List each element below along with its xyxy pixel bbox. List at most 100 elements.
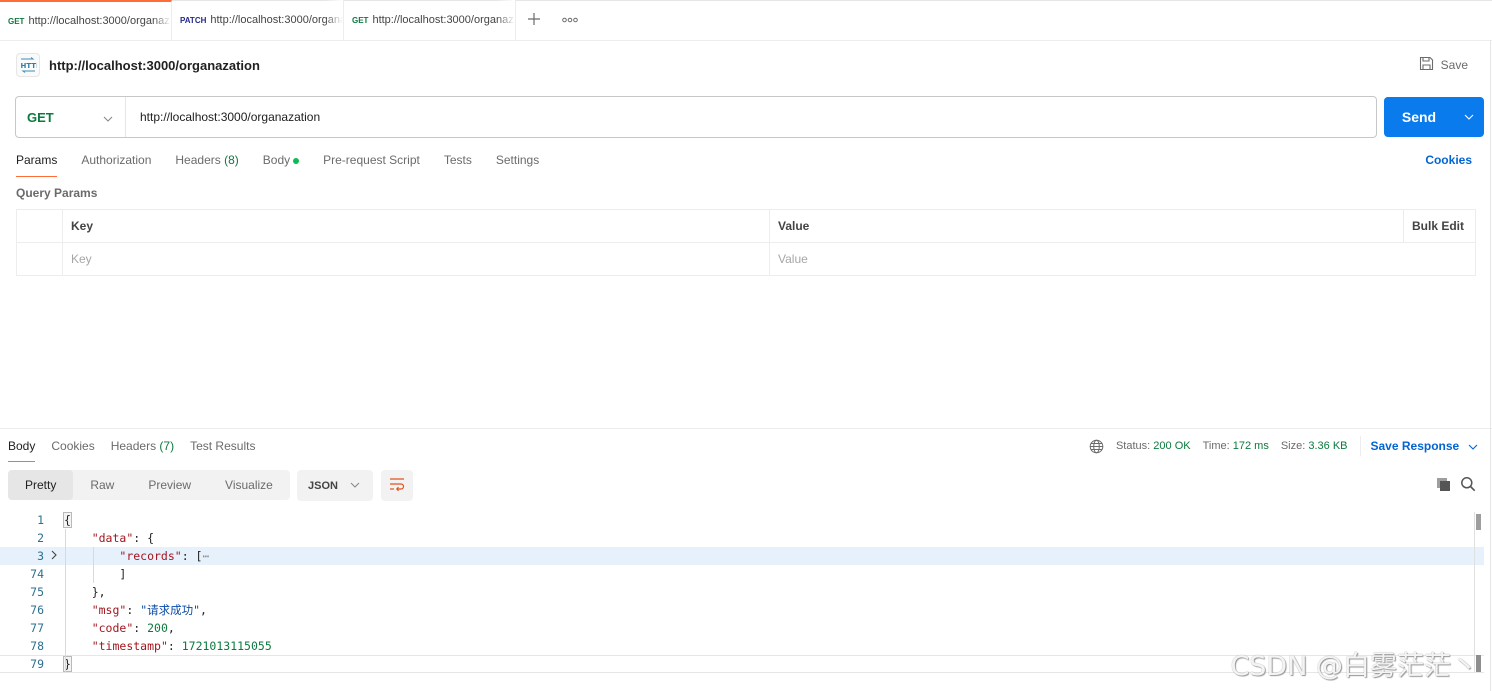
code-line: 77 "code": 200,: [0, 619, 1484, 637]
json-string: "请求成功": [140, 603, 201, 617]
view-mode-selector: Pretty Raw Preview Visualize: [8, 470, 290, 500]
table-header-row: Key Value Bulk Edit: [16, 209, 1476, 243]
request-tab-3[interactable]: GET http://localhost:3000/organazation: [344, 0, 516, 40]
url-input[interactable]: [126, 97, 1376, 137]
format-select[interactable]: JSON: [297, 470, 373, 501]
view-mode-visualize[interactable]: Visualize: [208, 470, 290, 500]
method-select[interactable]: GET: [16, 97, 126, 137]
response-tab-headers[interactable]: Headers (7): [111, 436, 174, 462]
key-input[interactable]: Key: [62, 242, 770, 276]
code-line: 1 {: [0, 511, 1484, 529]
response-tab-test-results[interactable]: Test Results: [190, 436, 255, 462]
save-icon: [1419, 56, 1441, 74]
code-line: 76 "msg": "请求成功",: [0, 601, 1484, 619]
value-input[interactable]: Value: [769, 242, 1476, 276]
request-title-bar: HTTP http://localhost:3000/organazation: [16, 53, 260, 77]
tab-label: Tests: [443, 153, 472, 167]
tab-body[interactable]: Body: [262, 150, 300, 177]
json-key: "msg": [91, 603, 127, 617]
more-tabs-button[interactable]: [552, 0, 588, 40]
checkbox-column-header: [16, 209, 63, 243]
watermark: CSDN @白雾茫茫丶: [1230, 651, 1478, 682]
http-icon: HTTP: [16, 53, 40, 77]
cookies-link[interactable]: Cookies: [1425, 153, 1472, 167]
send-label: Send: [1401, 109, 1437, 125]
more-icon: [562, 15, 578, 26]
send-button[interactable]: Send: [1384, 97, 1484, 137]
line-number: 2: [37, 531, 44, 545]
tab-method: GET: [8, 16, 25, 26]
save-button[interactable]: Save: [1419, 56, 1468, 74]
line-number: 75: [30, 585, 44, 599]
chevron-down-icon: [350, 480, 360, 491]
search-icon[interactable]: [1460, 476, 1476, 495]
view-mode-pretty[interactable]: Pretty: [8, 470, 74, 500]
view-mode-raw[interactable]: Raw: [73, 470, 131, 500]
tab-authorization[interactable]: Authorization: [81, 150, 151, 177]
response-tab-body[interactable]: Body: [8, 436, 36, 462]
tab-label: Settings: [495, 153, 540, 167]
line-number: 74: [30, 567, 44, 581]
code-text: : {: [133, 531, 155, 545]
response-size[interactable]: Size: 3.36 KB: [1281, 440, 1348, 452]
json-key: "code": [91, 621, 134, 635]
divider: [1359, 436, 1361, 456]
save-response-label: Save Response: [1370, 439, 1460, 453]
tab-label: Cookies: [51, 439, 95, 453]
tab-pre-request-script[interactable]: Pre-request Script: [323, 150, 420, 177]
code-text: ,: [167, 621, 175, 635]
tab-label: Pre-request Script: [323, 153, 420, 167]
view-mode-preview[interactable]: Preview: [131, 470, 208, 500]
wrap-lines-button[interactable]: [381, 470, 413, 501]
request-tab-2[interactable]: PATCH http://localhost:3000/organazation: [172, 0, 344, 40]
code-text: },: [91, 585, 106, 599]
response-pane-divider[interactable]: [0, 428, 1492, 429]
indent-guide: [93, 547, 94, 583]
response-time[interactable]: Time: 172 ms: [1203, 440, 1269, 452]
response-status[interactable]: Status: 200 OK: [1116, 440, 1191, 452]
tab-tests[interactable]: Tests: [444, 150, 472, 177]
window-edge: [1490, 40, 1491, 691]
request-tab-bar: GET http://localhost:3000/organazation P…: [0, 0, 1492, 41]
tab-params[interactable]: Params: [16, 150, 58, 177]
save-label: Save: [1440, 58, 1468, 72]
code-line: 74 ]: [0, 565, 1484, 583]
request-tab-1[interactable]: GET http://localhost:3000/organazation: [0, 0, 172, 40]
chevron-right-icon[interactable]: [44, 549, 64, 563]
code-line: 75 },: [0, 583, 1484, 601]
save-response-button[interactable]: Save Response: [1371, 439, 1479, 453]
tab-headers[interactable]: Headers (8): [175, 150, 238, 177]
scrollbar-thumb[interactable]: [1476, 514, 1481, 530]
new-tab-button[interactable]: [516, 0, 552, 40]
line-number: 1: [37, 513, 44, 527]
code-text: {: [63, 512, 72, 528]
row-checkbox-cell: [16, 242, 63, 276]
method-value: GET: [27, 109, 54, 125]
line-number: 79: [30, 657, 44, 671]
folded-ellipsis[interactable]: ⋯: [202, 549, 209, 563]
key-column-header: Key: [62, 209, 770, 243]
tab-label: Params: [16, 153, 58, 167]
line-number: 77: [30, 621, 44, 635]
request-tabs: Params Authorization Headers (8) Body Pr…: [16, 150, 563, 178]
bulk-edit-button[interactable]: Bulk Edit: [1403, 209, 1476, 243]
line-number: 78: [30, 639, 44, 653]
tab-label: Test Results: [190, 439, 256, 453]
tab-url: http://localhost:3000/organazation: [210, 14, 343, 26]
globe-icon[interactable]: [1089, 439, 1104, 454]
line-number: 3: [37, 549, 44, 563]
tab-url: http://localhost:3000/organazation: [372, 14, 515, 26]
send-options-chevron-icon[interactable]: [1454, 111, 1484, 123]
request-name[interactable]: http://localhost:3000/organazation: [49, 58, 260, 73]
tab-label: Body: [262, 153, 291, 167]
url-bar: GET: [15, 96, 1377, 138]
chevron-down-icon: [1465, 442, 1478, 453]
json-key: "records": [119, 549, 182, 563]
table-row: Key Value: [16, 242, 1476, 276]
response-tab-cookies[interactable]: Cookies: [51, 436, 94, 462]
headers-count: (8): [224, 153, 239, 167]
tab-settings[interactable]: Settings: [496, 150, 539, 177]
copy-icon[interactable]: [1436, 477, 1451, 495]
query-params-label: Query Params: [16, 186, 98, 200]
tab-method: PATCH: [180, 15, 207, 25]
